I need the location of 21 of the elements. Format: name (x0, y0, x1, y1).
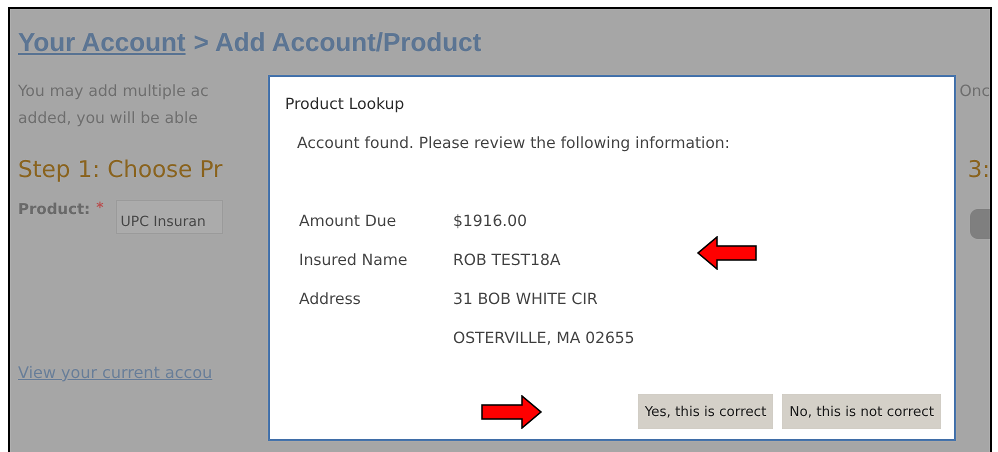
detail-value: ROB TEST18A (453, 250, 562, 270)
action-button[interactable] (970, 209, 990, 239)
confirm-button[interactable]: Yes, this is correct (638, 394, 774, 429)
step-heading: Step 1: Choose Pr (18, 157, 223, 183)
required-mark: * (96, 200, 104, 216)
detail-value: $1916.00 (453, 211, 528, 231)
product-select[interactable]: UPC Insuran (116, 200, 223, 234)
detail-label: Amount Due (299, 211, 398, 231)
detail-value: OSTERVILLE, MA 02655 (453, 328, 635, 348)
arrow-icon (697, 236, 757, 270)
dialog-title: Product Lookup (285, 95, 404, 113)
step-heading: 3: (968, 157, 990, 183)
page-title: > Add Account/Product (194, 27, 482, 58)
detail-value: 31 BOB WHITE CIR (453, 289, 599, 309)
arrow-icon (481, 395, 542, 429)
detail-label: Address (299, 289, 362, 309)
your-account-link[interactable]: Your Account (18, 27, 186, 58)
detail-label: Insured Name (299, 250, 408, 270)
product-label: Product: (18, 200, 90, 218)
reject-button[interactable]: No, this is not correct (782, 394, 941, 429)
dialog-message: Account found. Please review the following information: (297, 134, 730, 152)
